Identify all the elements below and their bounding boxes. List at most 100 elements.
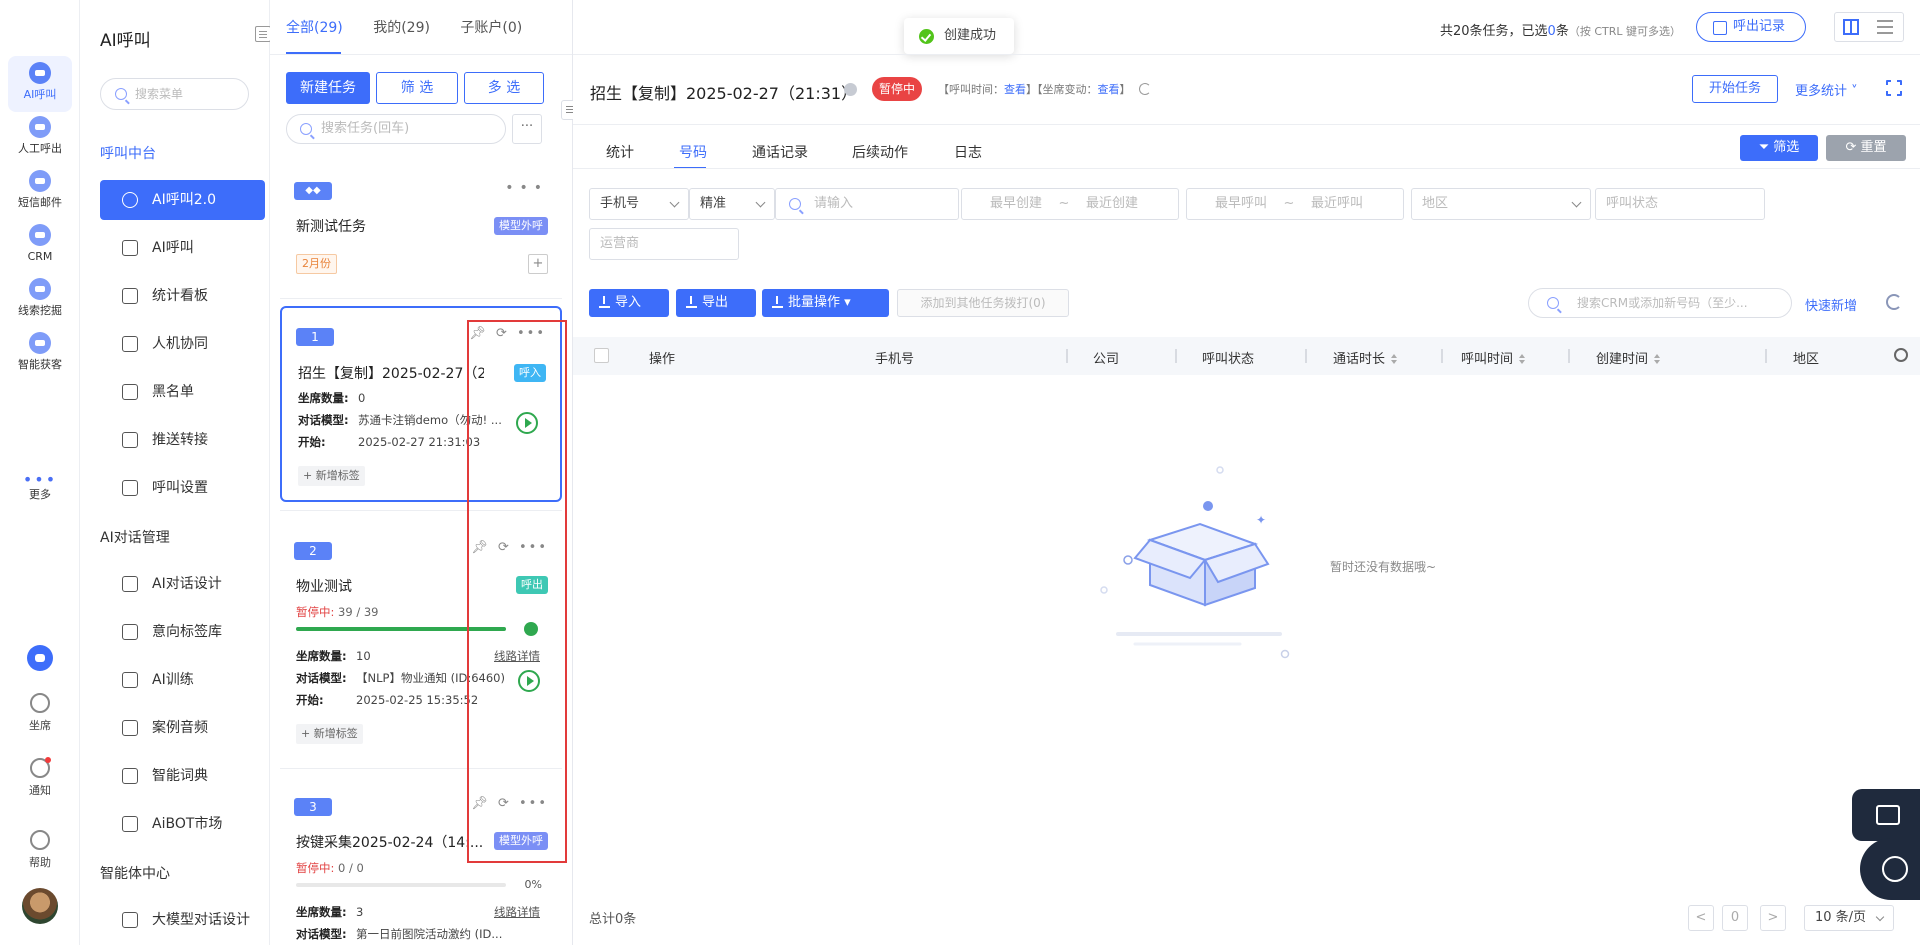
menu-item-aibot-market[interactable]: AiBOT市场 — [100, 804, 265, 844]
menu-item-case-audio[interactable]: 案例音频 — [100, 708, 265, 748]
fullscreen-icon[interactable] — [1885, 79, 1903, 97]
col-call-time[interactable]: 呼叫时间 — [1461, 348, 1526, 367]
gear-icon[interactable] — [1894, 348, 1908, 362]
import-button[interactable]: 导入 — [589, 289, 669, 317]
more-icon[interactable]: ••• — [505, 180, 548, 196]
rail-item-notice[interactable]: 通知 — [0, 757, 80, 798]
menu-item-push-transfer[interactable]: 推送转接 — [100, 420, 265, 460]
col-create-time[interactable]: 创建时间 — [1596, 348, 1661, 367]
menu-item-stats-board[interactable]: 统计看板 — [100, 276, 265, 316]
keyword-input[interactable]: 请输入 — [775, 188, 959, 220]
menu-group-agent-center[interactable]: 智能体中心 — [100, 863, 170, 883]
phone-float-icon[interactable] — [1860, 838, 1920, 900]
match-mode-select[interactable]: 精准 — [689, 188, 775, 220]
menu-item-ai-call[interactable]: AI呼叫 — [100, 228, 265, 268]
tab-mine[interactable]: 我的(29) — [373, 20, 430, 36]
menu-item-call-settings[interactable]: 呼叫设置 — [100, 468, 265, 508]
rail-item-more[interactable]: ••• 更多 — [8, 462, 72, 518]
more-stats-dropdown[interactable]: 更多统计 ˅ — [1795, 80, 1858, 99]
menu-group-dialog-mgmt[interactable]: AI对话管理 — [100, 527, 170, 547]
refresh-icon[interactable] — [1138, 83, 1151, 95]
add-to-other-task-button[interactable]: 添加到其他任务拨打(0) — [897, 289, 1069, 317]
grid-view-icon[interactable] — [1843, 19, 1859, 35]
tab-logs[interactable]: 日志 — [954, 142, 982, 162]
reset-button[interactable]: ⟳ 重置 — [1826, 135, 1906, 161]
column-resizer[interactable] — [1175, 349, 1177, 363]
column-resizer[interactable] — [1305, 349, 1307, 363]
task-card[interactable]: ◆◆ ••• 新测试任务 模型外呼 2月份 + — [280, 176, 562, 288]
column-resizer[interactable] — [1441, 349, 1443, 363]
crm-search-input[interactable]: 搜索CRM或添加新号码（至少... — [1528, 288, 1792, 318]
menu-item-smart-dictionary[interactable]: 智能词典 — [100, 756, 265, 796]
rail-item-help[interactable]: 帮助 — [0, 830, 80, 870]
task-search-input[interactable]: 搜索任务(回车) — [286, 114, 506, 144]
created-range-picker[interactable]: 最早创建 ~ 最近创建 — [961, 188, 1179, 220]
menu-item-human-machine[interactable]: 人机协同 — [100, 324, 265, 364]
tab-sub-accounts[interactable]: 子账户(0) — [460, 20, 522, 36]
refresh-icon[interactable] — [1886, 294, 1902, 310]
avatar[interactable] — [22, 888, 58, 924]
phone-field-select[interactable]: 手机号 — [589, 188, 689, 220]
tab-numbers[interactable]: 号码 — [679, 142, 707, 162]
rail-item-crm[interactable]: CRM — [8, 218, 72, 274]
rail-item-seat[interactable]: 坐席 — [0, 693, 80, 733]
called-range-picker[interactable]: 最早呼叫 ~ 最近呼叫 — [1186, 188, 1404, 220]
sort-icon[interactable] — [1519, 354, 1526, 364]
rail-label: 更多 — [29, 488, 51, 501]
column-resizer[interactable] — [1568, 349, 1570, 363]
more-options-button[interactable]: ··· — [512, 114, 542, 144]
menu-item-blacklist[interactable]: 黑名单 — [100, 372, 265, 412]
next-page-button[interactable]: > — [1760, 905, 1786, 931]
dialog-model: 对话模型: 第一日前图院活动激约 (ID... — [296, 926, 502, 942]
prev-page-button[interactable]: < — [1688, 905, 1714, 931]
tab-all[interactable]: 全部(29) — [286, 20, 343, 36]
tab-call-records[interactable]: 通话记录 — [752, 142, 808, 162]
col-call-duration[interactable]: 通话时长 — [1333, 348, 1398, 367]
batch-operations-button[interactable]: 批量操作 ▾ — [762, 289, 889, 317]
column-resizer[interactable] — [1765, 349, 1767, 363]
view-seat-change-link[interactable]: 查看 — [1098, 83, 1120, 96]
region-select[interactable]: 地区 — [1411, 188, 1591, 220]
carrier-select[interactable]: 运营商 — [589, 228, 739, 260]
page-number[interactable]: 0 — [1722, 905, 1748, 931]
menu-item-dialog-design[interactable]: AI对话设计 — [100, 564, 265, 604]
new-task-button[interactable]: 新建任务 — [286, 72, 370, 104]
column-resizer[interactable] — [1066, 349, 1068, 363]
menu-item-intent-tags[interactable]: 意向标签库 — [100, 612, 265, 652]
start-task-button[interactable]: 开始任务 — [1692, 75, 1778, 103]
brand-logo-icon[interactable] — [27, 645, 53, 671]
multi-select-hint: （按 CTRL 键可多选） — [1568, 25, 1682, 38]
list-view-icon[interactable] — [1877, 20, 1893, 34]
multi-select-button[interactable]: 多 选 — [464, 72, 544, 104]
menu-group-call-center[interactable]: 呼叫中台 — [100, 143, 156, 163]
export-button[interactable]: 导出 — [676, 289, 756, 317]
tab-stats[interactable]: 统计 — [606, 142, 634, 162]
add-tag-icon[interactable]: + — [528, 254, 548, 274]
add-tag-button[interactable]: + 新增标签 — [296, 724, 363, 744]
call-status-select[interactable]: 呼叫状态 — [1595, 188, 1765, 220]
page-size-select[interactable]: 10 条/页 — [1804, 905, 1894, 931]
menu-item-ai-training[interactable]: AI训练 — [100, 660, 265, 700]
add-tag-button[interactable]: + 新增标签 — [298, 466, 365, 486]
quick-add-link[interactable]: 快速新增 — [1805, 295, 1857, 314]
menu-item-ai-call-2[interactable]: AI呼叫2.0 — [100, 180, 265, 220]
call-records-button[interactable]: 呼出记录 — [1696, 12, 1806, 42]
info-icon[interactable] — [844, 83, 857, 96]
filter-tasks-button[interactable]: 筛 选 — [376, 72, 458, 104]
rail-item-smart-acquisition[interactable]: 智能获客 — [8, 326, 72, 382]
view-call-time-link[interactable]: 查看 — [1004, 83, 1026, 96]
rail-item-sms-email[interactable]: 短信邮件 — [8, 164, 72, 220]
line-detail-link[interactable]: 线路详情 — [494, 904, 540, 920]
sort-icon[interactable] — [1654, 354, 1661, 364]
chat-float-icon[interactable] — [1852, 789, 1920, 841]
tab-follow-up[interactable]: 后续动作 — [852, 142, 908, 162]
rail-item-ai-call[interactable]: AI呼叫 — [8, 56, 72, 112]
sort-icon[interactable] — [1391, 354, 1398, 364]
filter-button[interactable]: ⏷ 筛选 — [1740, 135, 1818, 161]
menu-search-input[interactable]: 搜索菜单 — [100, 78, 249, 110]
rail-item-manual-call[interactable]: 人工呼出 — [8, 110, 72, 166]
menu-item-llm-dialog-design[interactable]: 大模型对话设计 — [100, 900, 265, 940]
select-all-checkbox[interactable] — [594, 348, 609, 363]
rail-item-lead-mining[interactable]: 线索挖掘 — [8, 272, 72, 328]
collapse-menu-icon[interactable] — [255, 26, 271, 42]
